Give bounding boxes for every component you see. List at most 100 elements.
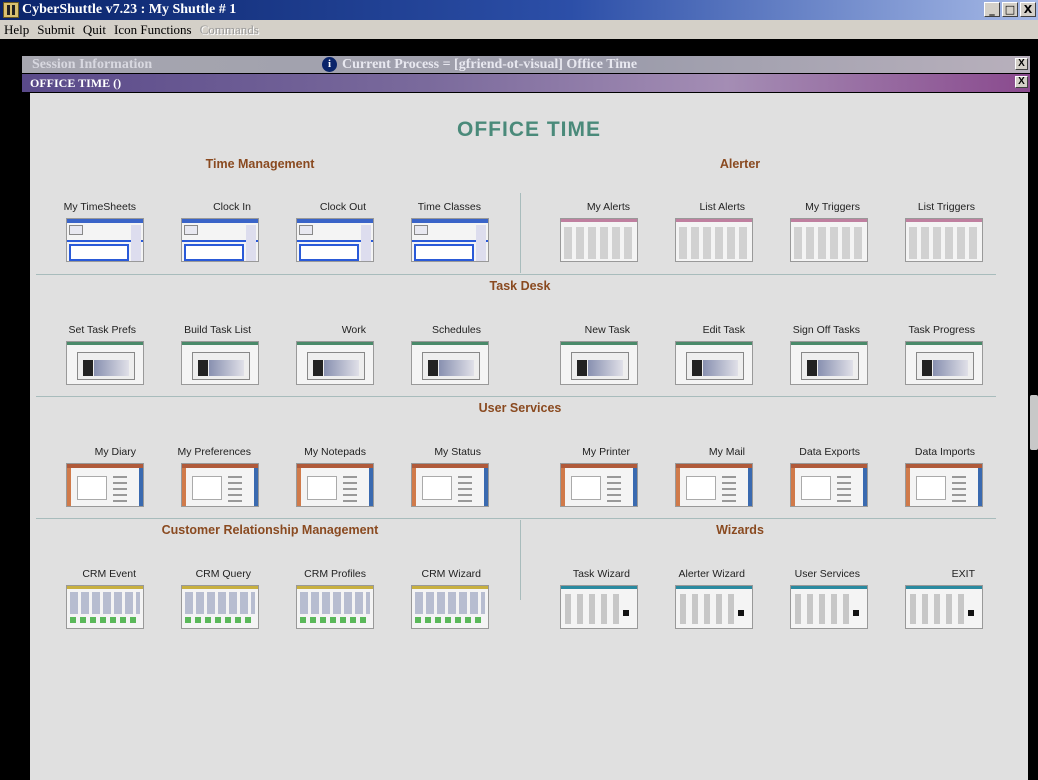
tile-user-services-wizard[interactable]: User Services bbox=[782, 568, 874, 640]
tile-my-status[interactable]: My Status bbox=[403, 446, 495, 518]
menu-icon-functions[interactable]: Icon Functions bbox=[114, 22, 192, 38]
tile-clock-in[interactable]: Clock In bbox=[173, 201, 265, 273]
tile-crm-event[interactable]: CRM Event bbox=[58, 568, 150, 640]
tile-task-progress[interactable]: Task Progress bbox=[897, 324, 989, 396]
tile-my-alerts[interactable]: My Alerts bbox=[552, 201, 644, 273]
tile-label: Task Progress bbox=[908, 324, 975, 336]
office-time-bar: OFFICE TIME () X bbox=[22, 74, 1030, 92]
tile-crm-profiles[interactable]: CRM Profiles bbox=[288, 568, 380, 640]
window-title: CyberShuttle v7.23 : My Shuttle # 1 bbox=[22, 2, 237, 17]
page-title: OFFICE TIME bbox=[457, 118, 601, 141]
tile-label: Alerter Wizard bbox=[678, 568, 745, 580]
tile-list-triggers[interactable]: List Triggers bbox=[897, 201, 989, 273]
tile-label: Clock In bbox=[213, 201, 251, 213]
tile-label: CRM Wizard bbox=[421, 568, 482, 580]
tile-my-preferences[interactable]: My Preferences bbox=[173, 446, 265, 518]
tile-label: Clock Out bbox=[319, 201, 366, 213]
app-icon bbox=[3, 2, 19, 18]
task-thumbnail-icon bbox=[181, 341, 259, 385]
tile-edit-task[interactable]: Edit Task bbox=[667, 324, 759, 396]
crm-thumbnail-icon bbox=[411, 585, 489, 629]
tile-label: My Alerts bbox=[586, 201, 630, 213]
minimize-button[interactable]: _ bbox=[984, 2, 1000, 17]
timesheet-thumbnail-icon bbox=[296, 218, 374, 262]
services-thumbnail-icon bbox=[296, 463, 374, 507]
window-controls: _ □ X bbox=[984, 2, 1036, 17]
tile-label: Data Imports bbox=[914, 446, 975, 458]
tile-label: My Notepads bbox=[304, 446, 366, 458]
tile-task-wizard[interactable]: Task Wizard bbox=[552, 568, 644, 640]
tile-build-task-list[interactable]: Build Task List bbox=[173, 324, 265, 396]
menu-submit[interactable]: Submit bbox=[37, 22, 75, 38]
tile-set-task-prefs[interactable]: Set Task Prefs bbox=[58, 324, 150, 396]
window-title-bar[interactable]: CyberShuttle v7.23 : My Shuttle # 1 _ □ … bbox=[0, 0, 1038, 20]
office-time-label: OFFICE TIME () bbox=[30, 75, 122, 90]
tile-label: My Preferences bbox=[177, 446, 251, 458]
alert-grid-thumbnail-icon bbox=[790, 218, 868, 262]
tile-time-classes[interactable]: Time Classes bbox=[403, 201, 495, 273]
tile-exit[interactable]: EXIT bbox=[897, 568, 989, 640]
tile-label: CRM Event bbox=[82, 568, 136, 580]
tile-crm-query[interactable]: CRM Query bbox=[173, 568, 265, 640]
tile-schedules[interactable]: Schedules bbox=[403, 324, 495, 396]
current-process: i Current Process = [gfriend-ot-visual] … bbox=[322, 57, 637, 73]
tile-my-triggers[interactable]: My Triggers bbox=[782, 201, 874, 273]
section-time-management: Time Management bbox=[205, 157, 315, 171]
tile-my-notepads[interactable]: My Notepads bbox=[288, 446, 380, 518]
tile-label: CRM Profiles bbox=[304, 568, 366, 580]
tile-label: My Status bbox=[434, 446, 481, 458]
tile-work[interactable]: Work bbox=[288, 324, 380, 396]
task-thumbnail-icon bbox=[905, 341, 983, 385]
divider bbox=[520, 193, 521, 273]
task-thumbnail-icon bbox=[411, 341, 489, 385]
timesheet-thumbnail-icon bbox=[66, 218, 144, 262]
tile-my-printer[interactable]: My Printer bbox=[552, 446, 644, 518]
tile-label: Time Classes bbox=[417, 201, 481, 213]
task-thumbnail-icon bbox=[296, 341, 374, 385]
alert-grid-thumbnail-icon bbox=[905, 218, 983, 262]
tile-label: Sign Off Tasks bbox=[792, 324, 860, 336]
divider bbox=[36, 518, 996, 519]
tile-label: Edit Task bbox=[702, 324, 745, 336]
tile-label: My TimeSheets bbox=[63, 201, 136, 213]
tile-clock-out[interactable]: Clock Out bbox=[288, 201, 380, 273]
office-close-button[interactable]: X bbox=[1015, 76, 1028, 88]
menu-help[interactable]: Help bbox=[4, 22, 29, 38]
tile-label: Work bbox=[341, 324, 366, 336]
services-thumbnail-icon bbox=[790, 463, 868, 507]
tile-sign-off-tasks[interactable]: Sign Off Tasks bbox=[782, 324, 874, 396]
tile-data-exports[interactable]: Data Exports bbox=[782, 446, 874, 518]
tile-my-timesheets[interactable]: My TimeSheets bbox=[58, 201, 150, 273]
tile-label: List Triggers bbox=[917, 201, 975, 213]
session-information-label[interactable]: Session Information bbox=[22, 57, 322, 73]
task-thumbnail-icon bbox=[790, 341, 868, 385]
alert-grid-thumbnail-icon bbox=[560, 218, 638, 262]
scrollbar-thumb[interactable] bbox=[1030, 395, 1038, 450]
tile-crm-wizard[interactable]: CRM Wizard bbox=[403, 568, 495, 640]
tile-label: CRM Query bbox=[195, 568, 251, 580]
tile-my-diary[interactable]: My Diary bbox=[58, 446, 150, 518]
services-thumbnail-icon bbox=[411, 463, 489, 507]
services-thumbnail-icon bbox=[66, 463, 144, 507]
session-close-button[interactable]: X bbox=[1015, 58, 1028, 70]
tile-alerter-wizard[interactable]: Alerter Wizard bbox=[667, 568, 759, 640]
task-thumbnail-icon bbox=[560, 341, 638, 385]
tile-new-task[interactable]: New Task bbox=[552, 324, 644, 396]
section-alerter: Alerter bbox=[719, 157, 761, 171]
crm-thumbnail-icon bbox=[181, 585, 259, 629]
tile-label: List Alerts bbox=[699, 201, 745, 213]
tile-list-alerts[interactable]: List Alerts bbox=[667, 201, 759, 273]
info-icon: i bbox=[322, 57, 337, 72]
tile-my-mail[interactable]: My Mail bbox=[667, 446, 759, 518]
tile-data-imports[interactable]: Data Imports bbox=[897, 446, 989, 518]
wizard-thumbnail-icon bbox=[905, 585, 983, 629]
tile-label: My Diary bbox=[94, 446, 136, 458]
tile-label: My Printer bbox=[582, 446, 630, 458]
close-button[interactable]: X bbox=[1020, 2, 1036, 17]
menu-quit[interactable]: Quit bbox=[83, 22, 106, 38]
maximize-button[interactable]: □ bbox=[1002, 2, 1018, 17]
section-task-desk: Task Desk bbox=[489, 279, 551, 293]
divider bbox=[36, 274, 996, 275]
session-bar: Session Information i Current Process = … bbox=[22, 56, 1030, 73]
office-time-panel: OFFICE TIME Time Management Alerter Task… bbox=[30, 93, 1028, 780]
